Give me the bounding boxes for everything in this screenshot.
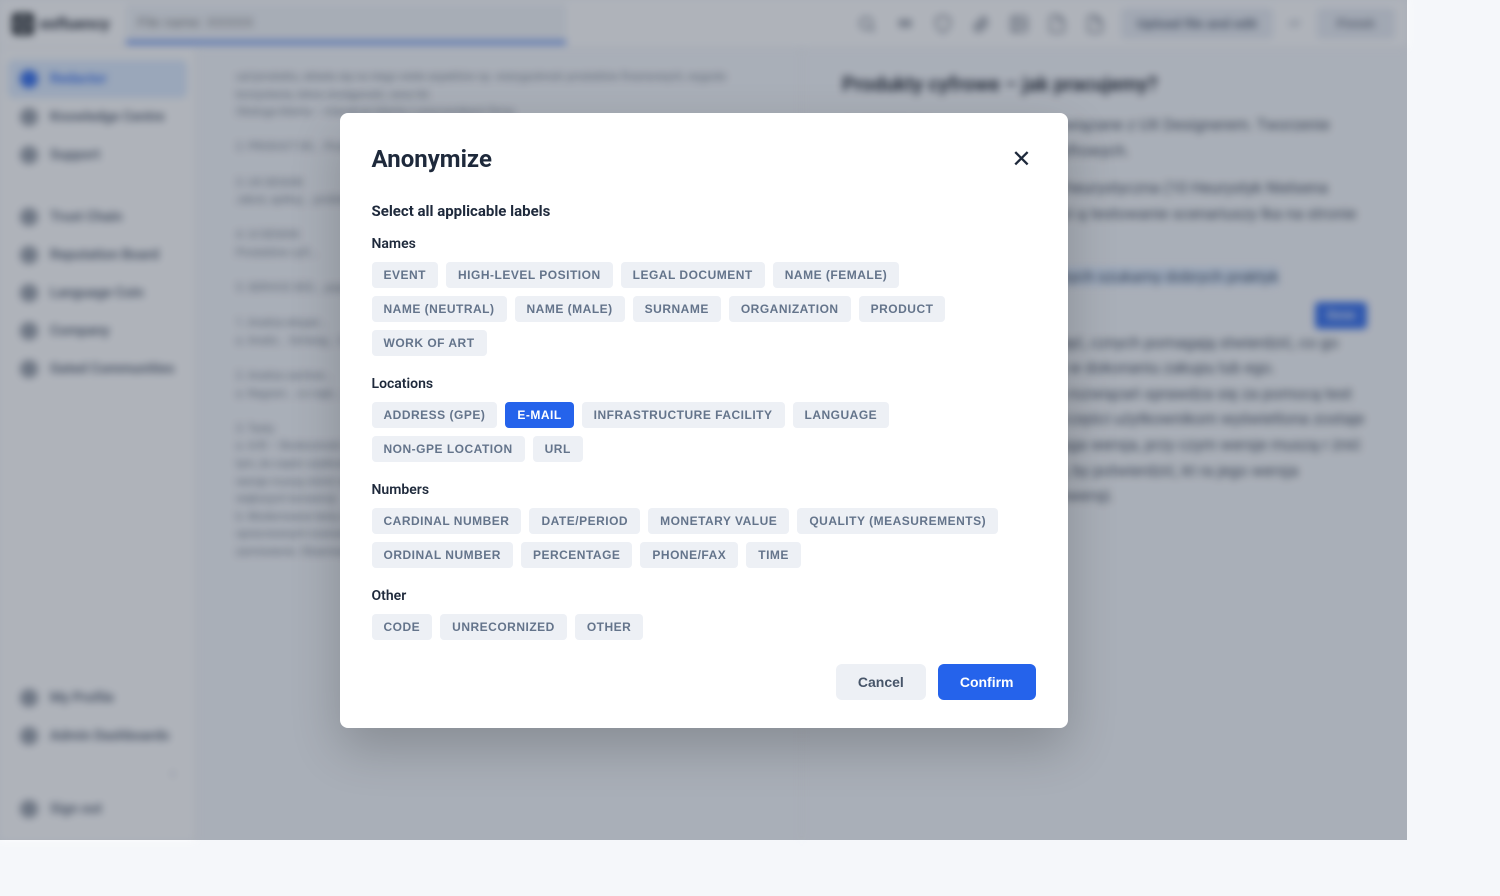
group-title: Other bbox=[372, 588, 1036, 604]
chip-language[interactable]: Language bbox=[793, 402, 890, 428]
group-title: Names bbox=[372, 236, 1036, 252]
modal-subtitle: Select all applicable labels bbox=[372, 202, 1036, 220]
chip-unrecornized[interactable]: Unrecornized bbox=[440, 614, 567, 640]
label-group-numbers: Numbers Cardinal Number Date/Period Monetar… bbox=[372, 482, 1036, 568]
chip-name-male-[interactable]: Name (Male) bbox=[515, 296, 625, 322]
chip-surname[interactable]: Surname bbox=[633, 296, 721, 322]
chip-other[interactable]: Other bbox=[575, 614, 644, 640]
chip-high-level-position[interactable]: High-Level Position bbox=[446, 262, 613, 288]
chip-work-of-art[interactable]: Work of Art bbox=[372, 330, 487, 356]
modal-backdrop[interactable]: Anonymize ✕ Select all applicable labels… bbox=[0, 0, 1407, 840]
label-group-names: Names Event High-Level Position Legal Docum… bbox=[372, 236, 1036, 356]
chip-monetary-value[interactable]: Monetary Value bbox=[648, 508, 789, 534]
chip-quality-measurements-[interactable]: Quality (Measurements) bbox=[797, 508, 998, 534]
chip-ordinal-number[interactable]: Ordinal Number bbox=[372, 542, 513, 568]
chip-name-neutral-[interactable]: Name (Neutral) bbox=[372, 296, 507, 322]
chip-event[interactable]: Event bbox=[372, 262, 439, 288]
group-title: Locations bbox=[372, 376, 1036, 392]
chip-legal-document[interactable]: Legal Document bbox=[621, 262, 765, 288]
label-group-locations: Locations Address (GPE) E-mail Infrastructu… bbox=[372, 376, 1036, 462]
chip-e-mail[interactable]: E-mail bbox=[505, 402, 573, 428]
chip-infrastructure-facility[interactable]: Infrastructure Facility bbox=[582, 402, 785, 428]
label-group-other: Other Code Unrecornized Other bbox=[372, 588, 1036, 640]
chip-name-female-[interactable]: Name (Female) bbox=[773, 262, 900, 288]
confirm-button[interactable]: Confirm bbox=[938, 664, 1036, 700]
anonymize-modal: Anonymize ✕ Select all applicable labels… bbox=[340, 113, 1068, 728]
close-icon[interactable]: ✕ bbox=[1007, 141, 1035, 178]
chip-date-period[interactable]: Date/Period bbox=[529, 508, 640, 534]
chip-time[interactable]: Time bbox=[746, 542, 801, 568]
chip-organization[interactable]: Organization bbox=[729, 296, 851, 322]
chip-address-gpe-[interactable]: Address (GPE) bbox=[372, 402, 498, 428]
chip-percentage[interactable]: Percentage bbox=[521, 542, 632, 568]
cancel-button[interactable]: Cancel bbox=[836, 664, 926, 700]
chip-product[interactable]: Product bbox=[859, 296, 946, 322]
chip-non-gpe-location[interactable]: Non-GPE Location bbox=[372, 436, 525, 462]
chip-code[interactable]: Code bbox=[372, 614, 433, 640]
chip-cardinal-number[interactable]: Cardinal Number bbox=[372, 508, 522, 534]
chip-phone-fax[interactable]: Phone/Fax bbox=[640, 542, 738, 568]
modal-title: Anonymize bbox=[372, 145, 492, 173]
group-title: Numbers bbox=[372, 482, 1036, 498]
chip-url[interactable]: URL bbox=[533, 436, 583, 462]
